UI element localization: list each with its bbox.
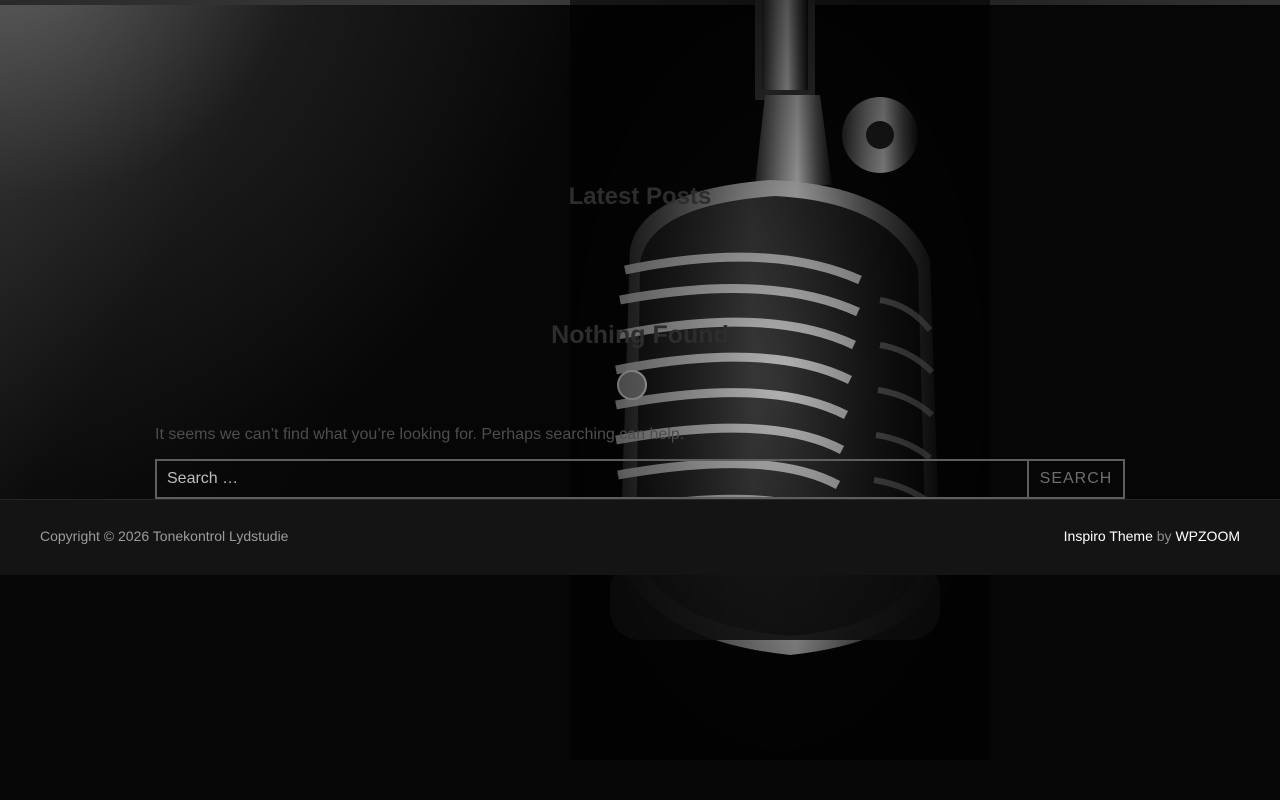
inspiro-theme-link[interactable]: Inspiro Theme [1064,528,1153,544]
latest-posts-heading: Latest Posts [568,183,712,210]
search-button[interactable]: Search [1027,459,1125,499]
page: Latest Posts Nothing Found It seems we c… [0,0,1280,800]
nothing-found-heading: Nothing Found [551,321,729,349]
search-input[interactable] [155,459,1027,499]
microphone-image [570,0,990,760]
wpzoom-link[interactable]: WPZOOM [1175,528,1240,544]
search-form: Search [155,459,1125,499]
site-footer: Copyright © 2026 Tonekontrol Lydstudie I… [0,499,1280,575]
by-text: by [1156,528,1172,544]
not-found-message: It seems we can’t find what you’re looki… [155,426,685,443]
theme-credits: Inspiro Theme by WPZOOM [1064,528,1240,544]
copyright-text: Copyright © 2026 Tonekontrol Lydstudie [40,528,289,544]
